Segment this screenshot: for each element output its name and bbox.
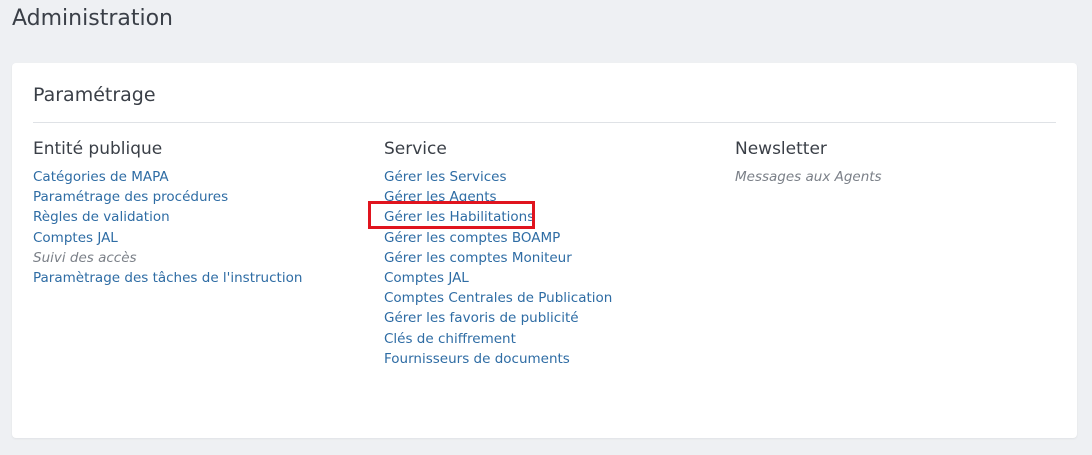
divider <box>33 122 1056 123</box>
text-messages-agents-disabled: Messages aux Agents <box>735 169 882 185</box>
list-item: Messages aux Agents <box>735 167 882 187</box>
list-item: Suivi des accès <box>33 248 302 268</box>
link-parametrage-procedures[interactable]: Paramétrage des procédures <box>33 189 228 205</box>
column-title-newsletter: Newsletter <box>735 139 827 159</box>
column-title-service: Service <box>384 139 447 159</box>
list-item: Paramétrage des procédures <box>33 187 302 207</box>
list-item: Comptes Centrales de Publication <box>384 288 612 308</box>
link-comptes-jal-service[interactable]: Comptes JAL <box>384 270 469 286</box>
link-gerer-comptes-moniteur[interactable]: Gérer les comptes Moniteur <box>384 250 572 266</box>
list-item: Gérer les comptes Moniteur <box>384 248 612 268</box>
column-entite-publique: Entité publique Catégories de MAPA Param… <box>33 139 302 288</box>
list-item: Paramètrage des tâches de l'instruction <box>33 268 302 288</box>
link-gerer-habilitations[interactable]: Gérer les Habilitations <box>384 209 534 225</box>
list-item: Règles de validation <box>33 207 302 227</box>
link-regles-validation[interactable]: Règles de validation <box>33 209 170 225</box>
list-item: Gérer les favoris de publicité <box>384 308 612 328</box>
card-title: Paramétrage <box>33 84 156 106</box>
link-categories-mapa[interactable]: Catégories de MAPA <box>33 169 169 185</box>
list-item: Fournisseurs de documents <box>384 349 612 369</box>
list-item: Comptes JAL <box>384 268 612 288</box>
link-gerer-agents[interactable]: Gérer les Agents <box>384 189 497 205</box>
list-item: Catégories de MAPA <box>33 167 302 187</box>
text-suivi-acces-disabled: Suivi des accès <box>33 249 137 266</box>
page-title: Administration <box>12 6 173 31</box>
link-comptes-centrales-publication[interactable]: Comptes Centrales de Publication <box>384 290 612 306</box>
link-list-newsletter: Messages aux Agents <box>735 167 882 187</box>
link-gerer-services[interactable]: Gérer les Services <box>384 169 506 185</box>
link-fournisseurs-documents[interactable]: Fournisseurs de documents <box>384 351 570 367</box>
list-item: Gérer les Habilitations <box>384 207 612 227</box>
list-item: Gérer les Services <box>384 167 612 187</box>
link-cles-chiffrement[interactable]: Clés de chiffrement <box>384 331 516 347</box>
column-newsletter: Newsletter Messages aux Agents <box>735 139 882 187</box>
list-item: Gérer les comptes BOAMP <box>384 228 612 248</box>
parametrage-card: Paramétrage Entité publique Catégories d… <box>12 63 1077 438</box>
link-gerer-favoris-publicite[interactable]: Gérer les favoris de publicité <box>384 310 579 326</box>
column-title-entite-publique: Entité publique <box>33 139 163 159</box>
list-item: Clés de chiffrement <box>384 329 612 349</box>
link-gerer-comptes-boamp[interactable]: Gérer les comptes BOAMP <box>384 230 560 246</box>
list-item: Gérer les Agents <box>384 187 612 207</box>
column-service: Service Gérer les Services Gérer les Age… <box>384 139 612 369</box>
link-list-service: Gérer les Services Gérer les Agents Gére… <box>384 167 612 369</box>
link-comptes-jal-entite[interactable]: Comptes JAL <box>33 230 118 246</box>
list-item: Comptes JAL <box>33 228 302 248</box>
link-list-entite-publique: Catégories de MAPA Paramétrage des procé… <box>33 167 302 288</box>
link-parametrage-taches-instruction[interactable]: Paramètrage des tâches de l'instruction <box>33 270 302 286</box>
